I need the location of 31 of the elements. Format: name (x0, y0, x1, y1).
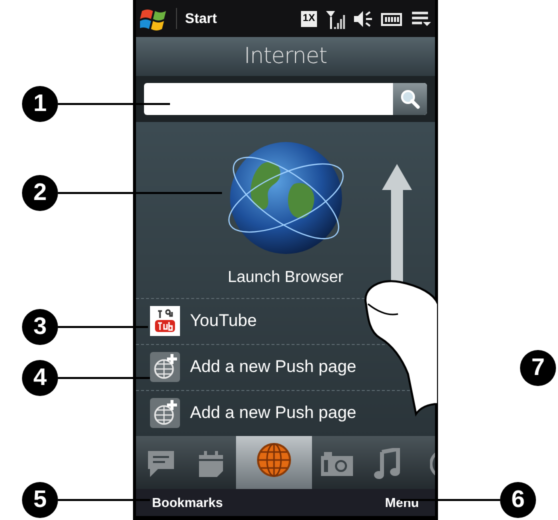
search-field[interactable] (144, 83, 427, 116)
calendar-icon (196, 448, 226, 479)
youtube-icon (150, 306, 180, 336)
start-label[interactable]: Start (176, 8, 217, 30)
callout-number: 1 (22, 86, 58, 122)
up-arrow-icon (382, 164, 412, 284)
page-title: Internet (244, 43, 327, 72)
globe-plus-icon (150, 398, 180, 428)
search-button[interactable] (393, 83, 427, 116)
bookmarks-softkey[interactable]: Bookmarks (152, 492, 223, 512)
search-icon (400, 89, 420, 110)
list-item[interactable]: Add a new Push page (150, 398, 356, 428)
menu-icon[interactable] (411, 10, 431, 27)
callout-number: 4 (22, 360, 58, 396)
battery-icon (381, 12, 403, 26)
callout-number: 3 (22, 309, 58, 345)
tab[interactable] (236, 436, 312, 489)
signal-icon (325, 8, 345, 29)
callout-number: 5 (22, 482, 58, 518)
callout-number: 6 (500, 482, 536, 518)
globe-icon (255, 440, 293, 479)
list-item[interactable]: Add a new Push page (150, 352, 356, 382)
callout-number: 2 (22, 175, 58, 211)
list-item[interactable]: YouTube (150, 306, 257, 336)
launch-browser-label[interactable]: Launch Browser (228, 266, 344, 290)
camera-icon (320, 450, 354, 477)
callout-number: 7 (520, 350, 556, 386)
globe-plus-icon (150, 352, 180, 382)
network-badge: 1X (300, 10, 317, 27)
music-note-icon (373, 448, 401, 480)
speaker-icon (353, 10, 373, 28)
